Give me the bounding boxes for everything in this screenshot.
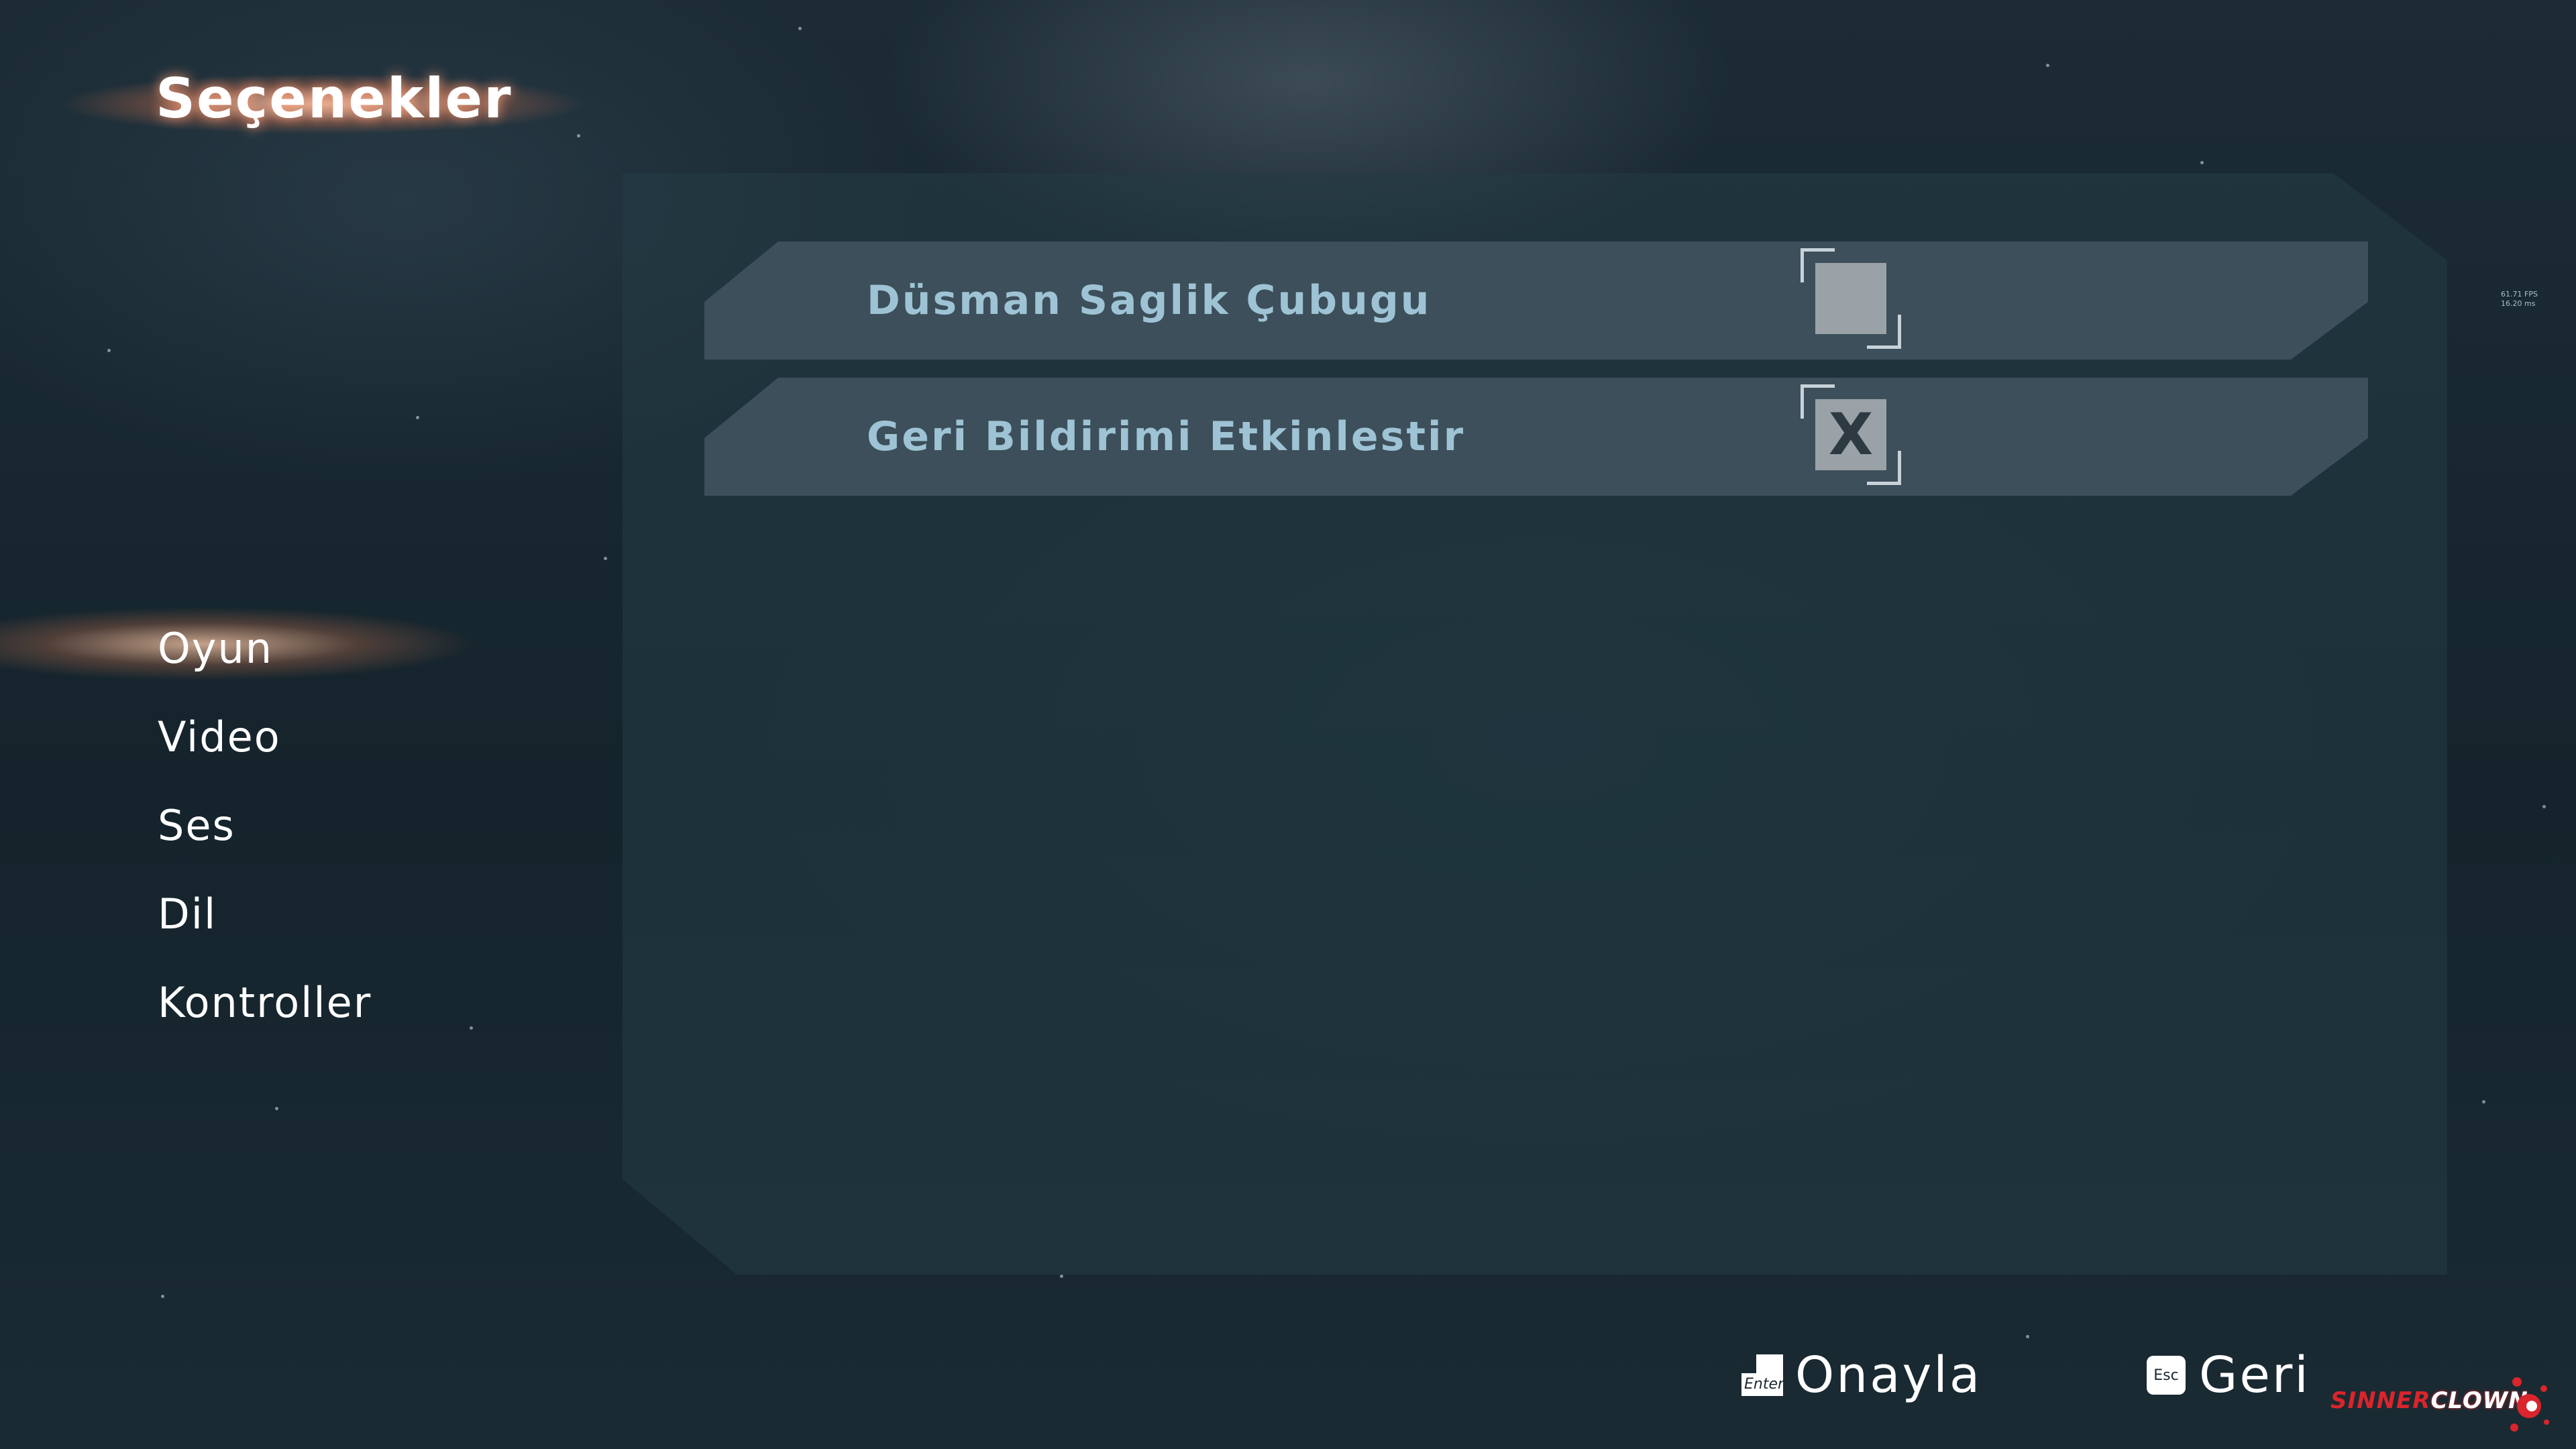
sinnerclown-logo: SINNERCLOWN — [2330, 1368, 2559, 1436]
star — [161, 1295, 164, 1298]
star — [604, 557, 607, 560]
star — [798, 27, 802, 30]
star — [577, 134, 580, 138]
option-label: Düsman Saglik Çubugu — [867, 277, 1432, 324]
frame-time: 16.20 ms — [2501, 299, 2536, 308]
enter-key-icon: Enter — [1741, 1354, 1784, 1396]
fps-value: 61.71 FPS — [2501, 290, 2538, 299]
sidebar-item-oyun[interactable]: Oyun — [0, 604, 624, 692]
page-title: Seçenekler — [156, 67, 513, 131]
option-row-enemy-health-bar[interactable]: Düsman Saglik Çubugu — [704, 241, 2368, 360]
checkbox-box — [1815, 263, 1886, 334]
star — [2026, 1335, 2029, 1338]
sidebar-item-ses[interactable]: Ses — [0, 781, 624, 869]
back-label: Geri — [2199, 1346, 2310, 1404]
back-prompt[interactable]: Esc Geri — [2147, 1335, 2310, 1415]
option-label: Geri Bildirimi Etkinlestir — [867, 413, 1466, 460]
confirm-prompt[interactable]: Enter Onayla — [1741, 1335, 1982, 1415]
options-screen: Seçenekler Oyun Video Ses Dil Kontroller… — [0, 0, 2576, 1449]
star — [275, 1107, 278, 1110]
option-row-enable-feedback[interactable]: Geri Bildirimi Etkinlestir X — [704, 378, 2368, 496]
esc-key-icon: Esc — [2147, 1356, 2186, 1395]
options-sidebar: Oyun Video Ses Dil Kontroller — [0, 604, 624, 1046]
confirm-label: Onayla — [1795, 1346, 1982, 1404]
star — [2542, 805, 2546, 808]
star — [416, 416, 419, 419]
checkbox-checked-x-icon: X — [1815, 399, 1886, 470]
enemy-health-bar-checkbox[interactable] — [1801, 248, 1901, 349]
star — [107, 349, 111, 352]
star — [1060, 1275, 1063, 1278]
sidebar-item-kontroller[interactable]: Kontroller — [0, 958, 624, 1046]
clown-splat-icon — [2510, 1377, 2549, 1432]
sidebar-item-dil[interactable]: Dil — [0, 869, 624, 958]
sidebar-item-video[interactable]: Video — [0, 692, 624, 781]
star — [2482, 1100, 2485, 1104]
star — [2046, 64, 2049, 67]
star — [2200, 161, 2204, 164]
logo-text-sinner: SINNER — [2330, 1387, 2431, 1414]
enable-feedback-checkbox[interactable]: X — [1801, 384, 1901, 485]
enter-key-label: Enter — [1744, 1376, 1784, 1393]
fps-counter: 61.71 FPS 16.20 ms — [2501, 290, 2538, 309]
